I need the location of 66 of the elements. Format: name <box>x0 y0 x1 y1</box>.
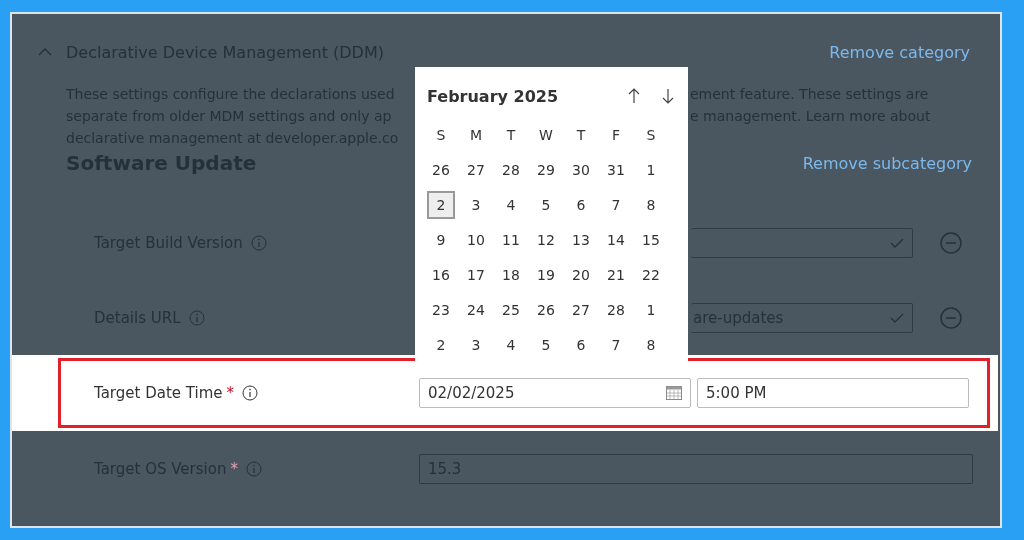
calendar-day[interactable]: 14 <box>602 226 630 254</box>
info-icon[interactable] <box>242 385 258 401</box>
time-field[interactable]: 5:00 PM <box>697 378 969 408</box>
calendar-day[interactable]: 23 <box>427 296 455 324</box>
date-value: 02/02/2025 <box>428 384 515 402</box>
month-title: February 2025 <box>427 86 559 106</box>
calendar-day[interactable]: 2 <box>427 331 455 359</box>
text-field[interactable] <box>691 227 913 258</box>
weekday-label: M <box>468 126 484 145</box>
calendar-day[interactable]: 6 <box>567 331 595 359</box>
calendar-day[interactable]: 12 <box>532 226 560 254</box>
calendar-day[interactable]: 4 <box>497 331 525 359</box>
calendar-day[interactable]: 11 <box>497 226 525 254</box>
calendar-day[interactable]: 3 <box>462 191 490 219</box>
calendar-day[interactable]: 1 <box>637 156 665 184</box>
remove-category-link[interactable]: Remove category <box>829 42 970 62</box>
calendar-day[interactable]: 6 <box>567 191 595 219</box>
weekday-label: S <box>435 126 447 145</box>
weekday-label: T <box>505 126 517 145</box>
remove-icon[interactable] <box>940 306 962 329</box>
calendar-day[interactable]: 17 <box>462 261 490 289</box>
calendar-day[interactable]: 24 <box>462 296 490 324</box>
arrow-down-icon[interactable] <box>662 88 674 104</box>
calendar-day[interactable]: 4 <box>497 191 525 219</box>
calendar-icon[interactable] <box>666 386 682 400</box>
calendar-day[interactable]: 7 <box>602 331 630 359</box>
calendar-day[interactable]: 7 <box>602 191 630 219</box>
chevron-up-icon[interactable] <box>38 48 52 56</box>
setting-label: Target Date Time <box>94 384 223 402</box>
calendar-day[interactable]: 26 <box>427 156 455 184</box>
required-mark: * <box>230 459 238 478</box>
arrow-up-icon[interactable] <box>628 88 640 104</box>
calendar-day[interactable]: 18 <box>497 261 525 289</box>
calendar-day[interactable]: 13 <box>567 226 595 254</box>
calendar-day[interactable]: 22 <box>637 261 665 289</box>
calendar-day[interactable]: 2 <box>427 191 455 219</box>
calendar-day[interactable]: 31 <box>602 156 630 184</box>
weekday-label: T <box>575 126 587 145</box>
calendar-day[interactable]: 20 <box>567 261 595 289</box>
calendar-day[interactable]: 19 <box>532 261 560 289</box>
calendar-day[interactable]: 27 <box>567 296 595 324</box>
calendar-day[interactable]: 28 <box>497 156 525 184</box>
calendar-day[interactable]: 5 <box>532 191 560 219</box>
calendar-day[interactable]: 29 <box>532 156 560 184</box>
calendar-day[interactable]: 21 <box>602 261 630 289</box>
calendar-day[interactable]: 9 <box>427 226 455 254</box>
calendar-day[interactable]: 8 <box>637 191 665 219</box>
calendar-day[interactable]: 26 <box>532 296 560 324</box>
remove-subcategory-link[interactable]: Remove subcategory <box>802 153 972 173</box>
required-mark: * <box>226 384 234 402</box>
calendar-day[interactable]: 5 <box>532 331 560 359</box>
calendar-day[interactable]: 15 <box>637 226 665 254</box>
weekday-label: F <box>610 126 622 145</box>
remove-icon[interactable] <box>940 231 962 254</box>
calendar-day[interactable]: 1 <box>637 296 665 324</box>
calendar-day[interactable]: 27 <box>462 156 490 184</box>
calendar-day[interactable]: 30 <box>567 156 595 184</box>
date-field[interactable]: 02/02/2025 <box>419 378 691 408</box>
calendar-day[interactable]: 25 <box>497 296 525 324</box>
calendar-day[interactable]: 28 <box>602 296 630 324</box>
calendar-day[interactable]: 3 <box>462 331 490 359</box>
calendar-day[interactable]: 16 <box>427 261 455 289</box>
weekday-label: S <box>645 126 657 145</box>
calendar-day[interactable]: 10 <box>462 226 490 254</box>
weekday-label: W <box>538 126 554 145</box>
calendar-day[interactable]: 8 <box>637 331 665 359</box>
